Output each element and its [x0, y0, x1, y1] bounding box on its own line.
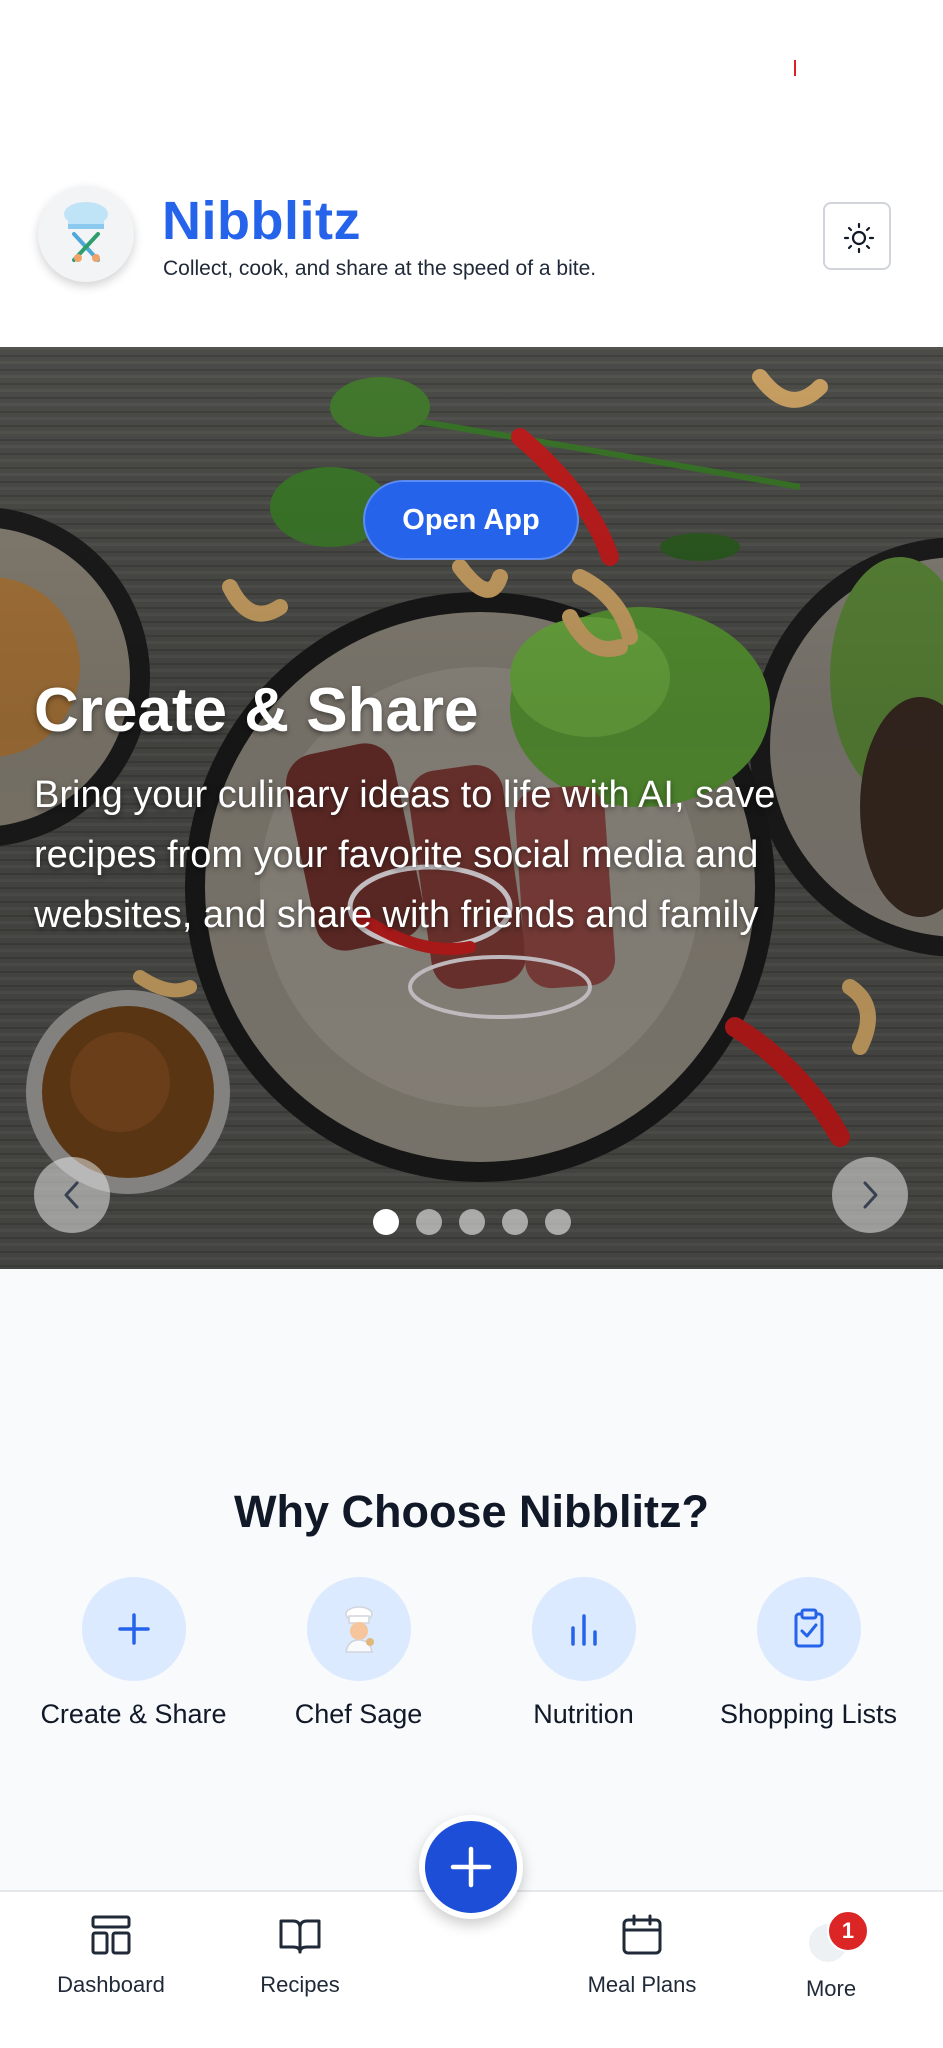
- carousel-dot[interactable]: [459, 1209, 485, 1235]
- feature-create-share[interactable]: Create & Share: [21, 1577, 246, 1730]
- chevron-left-icon: [64, 1181, 79, 1209]
- app-tagline: Collect, cook, and share at the speed of…: [163, 257, 597, 280]
- calendar-icon: [622, 1914, 662, 1955]
- nav-item-more[interactable]: 1 More: [751, 1910, 911, 2002]
- nav-label: Meal Plans: [587, 1972, 697, 1997]
- feature-chef-sage[interactable]: Chef Sage: [246, 1577, 471, 1730]
- chef-icon: [344, 1606, 374, 1653]
- theme-toggle-button[interactable]: [823, 202, 891, 270]
- dashboard-icon: [91, 1915, 131, 1955]
- carousel-next-button[interactable]: [832, 1157, 908, 1233]
- book-icon: [279, 1919, 321, 1954]
- nav-item-recipes[interactable]: Recipes: [220, 1912, 380, 1998]
- slide-title: Create & Share: [34, 676, 479, 745]
- status-indicator: [794, 60, 796, 76]
- slide-description: Bring your culinary ideas to life with A…: [34, 774, 776, 936]
- feature-icon-circle: [81, 1577, 186, 1681]
- carousel-prev-button[interactable]: [34, 1157, 110, 1233]
- nav-item-dashboard[interactable]: Dashboard: [31, 1912, 191, 1998]
- more-avatar-wrap: 1: [809, 1910, 869, 1962]
- plus-icon: [450, 1846, 492, 1888]
- feature-shopping-lists[interactable]: Shopping Lists: [696, 1577, 921, 1730]
- feature-label: Nutrition: [533, 1699, 634, 1729]
- carousel-dot[interactable]: [545, 1209, 571, 1235]
- feature-icon-circle: [756, 1577, 861, 1681]
- feature-label: Create & Share: [40, 1699, 227, 1729]
- features-title: Why Choose Nibblitz?: [234, 1486, 709, 1537]
- nav-label: Dashboard: [57, 1972, 165, 1997]
- plus-icon: [117, 1613, 150, 1645]
- carousel-dot[interactable]: [373, 1209, 399, 1235]
- bar-chart-icon: [570, 1614, 597, 1646]
- feature-label: Chef Sage: [294, 1699, 423, 1729]
- features-section: Why Choose Nibblitz? Create & Share Chef…: [0, 1269, 943, 1891]
- chevron-right-icon: [863, 1181, 878, 1209]
- sun-icon: [843, 222, 875, 254]
- app-title: Nibblitz: [162, 191, 361, 251]
- carousel-dots: [373, 1209, 571, 1235]
- notification-badge: 1: [827, 1910, 869, 1952]
- feature-icon-circle: [531, 1577, 636, 1681]
- nav-label: Recipes: [260, 1972, 340, 1997]
- feature-label: Shopping Lists: [719, 1699, 898, 1729]
- app-header: Nibblitz Collect, cook, and share at the…: [0, 0, 943, 347]
- nav-item-meal-plans[interactable]: Meal Plans: [562, 1912, 722, 1998]
- nav-label: More: [805, 1976, 857, 2001]
- feature-nutrition[interactable]: Nutrition: [471, 1577, 696, 1730]
- feature-icon-circle: [306, 1577, 411, 1681]
- carousel-dot[interactable]: [416, 1209, 442, 1235]
- clipboard-check-icon: [794, 1608, 823, 1648]
- hero-carousel: Open App Create & Share Bring your culin…: [0, 347, 943, 1269]
- open-app-button[interactable]: Open App: [363, 480, 579, 560]
- add-recipe-fab[interactable]: [419, 1815, 523, 1919]
- chef-hat-logo-icon: [64, 202, 108, 262]
- app-logo[interactable]: [38, 186, 134, 282]
- carousel-dot[interactable]: [502, 1209, 528, 1235]
